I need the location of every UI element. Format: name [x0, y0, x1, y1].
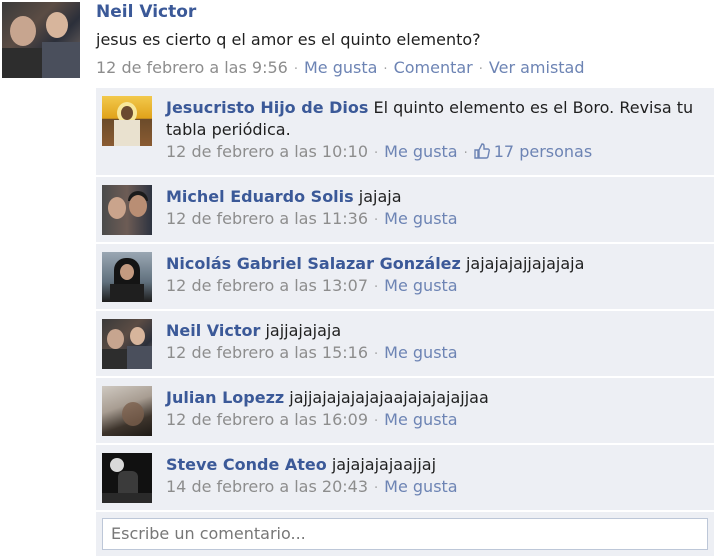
separator-dot: · [293, 62, 298, 77]
avatar-shirt [2, 48, 42, 78]
comment-meta: 12 de febrero a las 11:36 · Me gusta [166, 208, 700, 232]
comment-like-link[interactable]: Me gusta [384, 142, 457, 161]
see-friendship-link[interactable]: Ver amistad [489, 58, 585, 77]
comment-timestamp[interactable]: 12 de febrero a las 16:09 [166, 410, 368, 429]
avatar-robe [114, 120, 140, 146]
avatar-blur [122, 402, 144, 426]
comment-meta: 14 de febrero a las 20:43 · Me gusta [166, 476, 700, 500]
separator-dot: · [374, 280, 379, 295]
comment-meta: 12 de febrero a las 16:09 · Me gusta [166, 409, 700, 433]
comment-timestamp[interactable]: 12 de febrero a las 10:10 [166, 142, 368, 161]
long-hair-profile-photo[interactable] [102, 252, 152, 302]
comment-link[interactable]: Comentar [394, 58, 473, 77]
comment-like-link[interactable]: Me gusta [384, 343, 457, 362]
comment-author[interactable]: Michel Eduardo Solis [166, 187, 354, 206]
avatar-face [130, 327, 145, 345]
post-meta: 12 de febrero a las 9:56 · Me gusta · Coment… [96, 58, 585, 77]
comment-author[interactable]: Steve Conde Ateo [166, 455, 327, 474]
comment-text: jajaja [358, 187, 402, 206]
comment-text: jajjajajaja [265, 321, 342, 340]
avatar-shirt [127, 346, 152, 369]
avatar-face [108, 197, 126, 219]
separator-dot: · [478, 62, 483, 77]
comment-author[interactable]: Julian Lopezz [166, 388, 284, 407]
separator-dot: · [383, 62, 388, 77]
avatar-face [129, 195, 147, 217]
like-link[interactable]: Me gusta [304, 58, 377, 77]
comment-list: Jesucristo Hijo de Dios El quinto elemen… [96, 88, 714, 556]
comment-like-link[interactable]: Me gusta [384, 477, 457, 496]
two-men-profile-photo[interactable] [102, 319, 152, 369]
couple-profile-photo[interactable] [102, 185, 152, 235]
avatar-face [10, 16, 36, 46]
avatar-shirt [102, 349, 127, 369]
comment-author[interactable]: Nicolás Gabriel Salazar González [166, 254, 461, 273]
post-text: jesus es cierto q el amor es el quinto e… [96, 30, 481, 49]
comment-content: Jesucristo Hijo de Dios El quinto elemen… [166, 97, 700, 141]
comment-like-link[interactable]: Me gusta [384, 410, 457, 429]
comment-author[interactable]: Jesucristo Hijo de Dios [166, 98, 368, 117]
comment-item: Steve Conde Ateo jajajajajaajjaj 14 de f… [96, 445, 714, 510]
comment-text: jajajajajjajajaja [465, 254, 585, 273]
post-author-avatar[interactable] [2, 2, 80, 78]
comment-item: Jesucristo Hijo de Dios El quinto elemen… [96, 88, 714, 175]
comment-input[interactable]: Escribe un comentario... [102, 518, 708, 550]
comment-content: Steve Conde Ateo jajajajajaajjaj [166, 454, 700, 476]
likes-count: 17 personas [493, 142, 593, 161]
avatar-shirt [42, 42, 80, 78]
comment-timestamp[interactable]: 12 de febrero a las 15:16 [166, 343, 368, 362]
avatar-body [110, 284, 144, 302]
comment-item: Michel Eduardo Solis jajaja 12 de febrer… [96, 177, 714, 242]
comment-content: Michel Eduardo Solis jajaja [166, 186, 700, 208]
comment-text: jajjajajajajajaajajajajajjaa [289, 388, 489, 407]
avatar-face [120, 264, 134, 280]
separator-dot: · [374, 347, 379, 362]
comment-content: Neil Victor jajjajajaja [166, 320, 700, 342]
separator-dot: · [374, 146, 379, 161]
avatar-face [46, 12, 68, 38]
comment-item: Neil Victor jajjajajaja 12 de febrero a … [96, 311, 714, 376]
avatar-face [107, 329, 124, 349]
post-timestamp[interactable]: 12 de febrero a las 9:56 [96, 58, 288, 77]
separator-dot: · [463, 146, 468, 161]
comment-author[interactable]: Neil Victor [166, 321, 260, 340]
comment-content: Nicolás Gabriel Salazar González jajajaj… [166, 253, 700, 275]
post-author-name[interactable]: Neil Victor [96, 2, 196, 22]
avatar-ground [102, 493, 152, 503]
comment-like-link[interactable]: Me gusta [384, 276, 457, 295]
comment-timestamp[interactable]: 12 de febrero a las 13:07 [166, 276, 368, 295]
comment-like-link[interactable]: Me gusta [384, 209, 457, 228]
comment-item: Julian Lopezz jajjajajajajajaajajajajajj… [96, 378, 714, 443]
comment-meta: 12 de febrero a las 13:07 · Me gusta [166, 275, 700, 299]
separator-dot: · [374, 481, 379, 496]
likes-count-link[interactable]: 17 personas [474, 142, 592, 161]
comment-text: jajajajajaajjaj [331, 455, 437, 474]
separator-dot: · [374, 414, 379, 429]
comment-meta: 12 de febrero a las 10:10 · Me gusta · 17 pe… [166, 141, 700, 165]
separator-dot: · [374, 213, 379, 228]
dark-moon-profile-photo[interactable] [102, 453, 152, 503]
jesus-profile-photo[interactable] [102, 96, 152, 146]
thumbs-up-icon [474, 143, 490, 159]
comment-timestamp[interactable]: 12 de febrero a las 11:36 [166, 209, 368, 228]
comment-timestamp[interactable]: 14 de febrero a las 20:43 [166, 477, 368, 496]
moon-icon [110, 458, 124, 472]
avatar-head [121, 106, 133, 120]
comment-meta: 12 de febrero a las 15:16 · Me gusta [166, 342, 700, 366]
comment-item: Nicolás Gabriel Salazar González jajajaj… [96, 244, 714, 309]
blurry-profile-photo[interactable] [102, 386, 152, 436]
comment-content: Julian Lopezz jajjajajajajajaajajajajajj… [166, 387, 700, 409]
comment-composer: Escribe un comentario... [96, 512, 714, 556]
